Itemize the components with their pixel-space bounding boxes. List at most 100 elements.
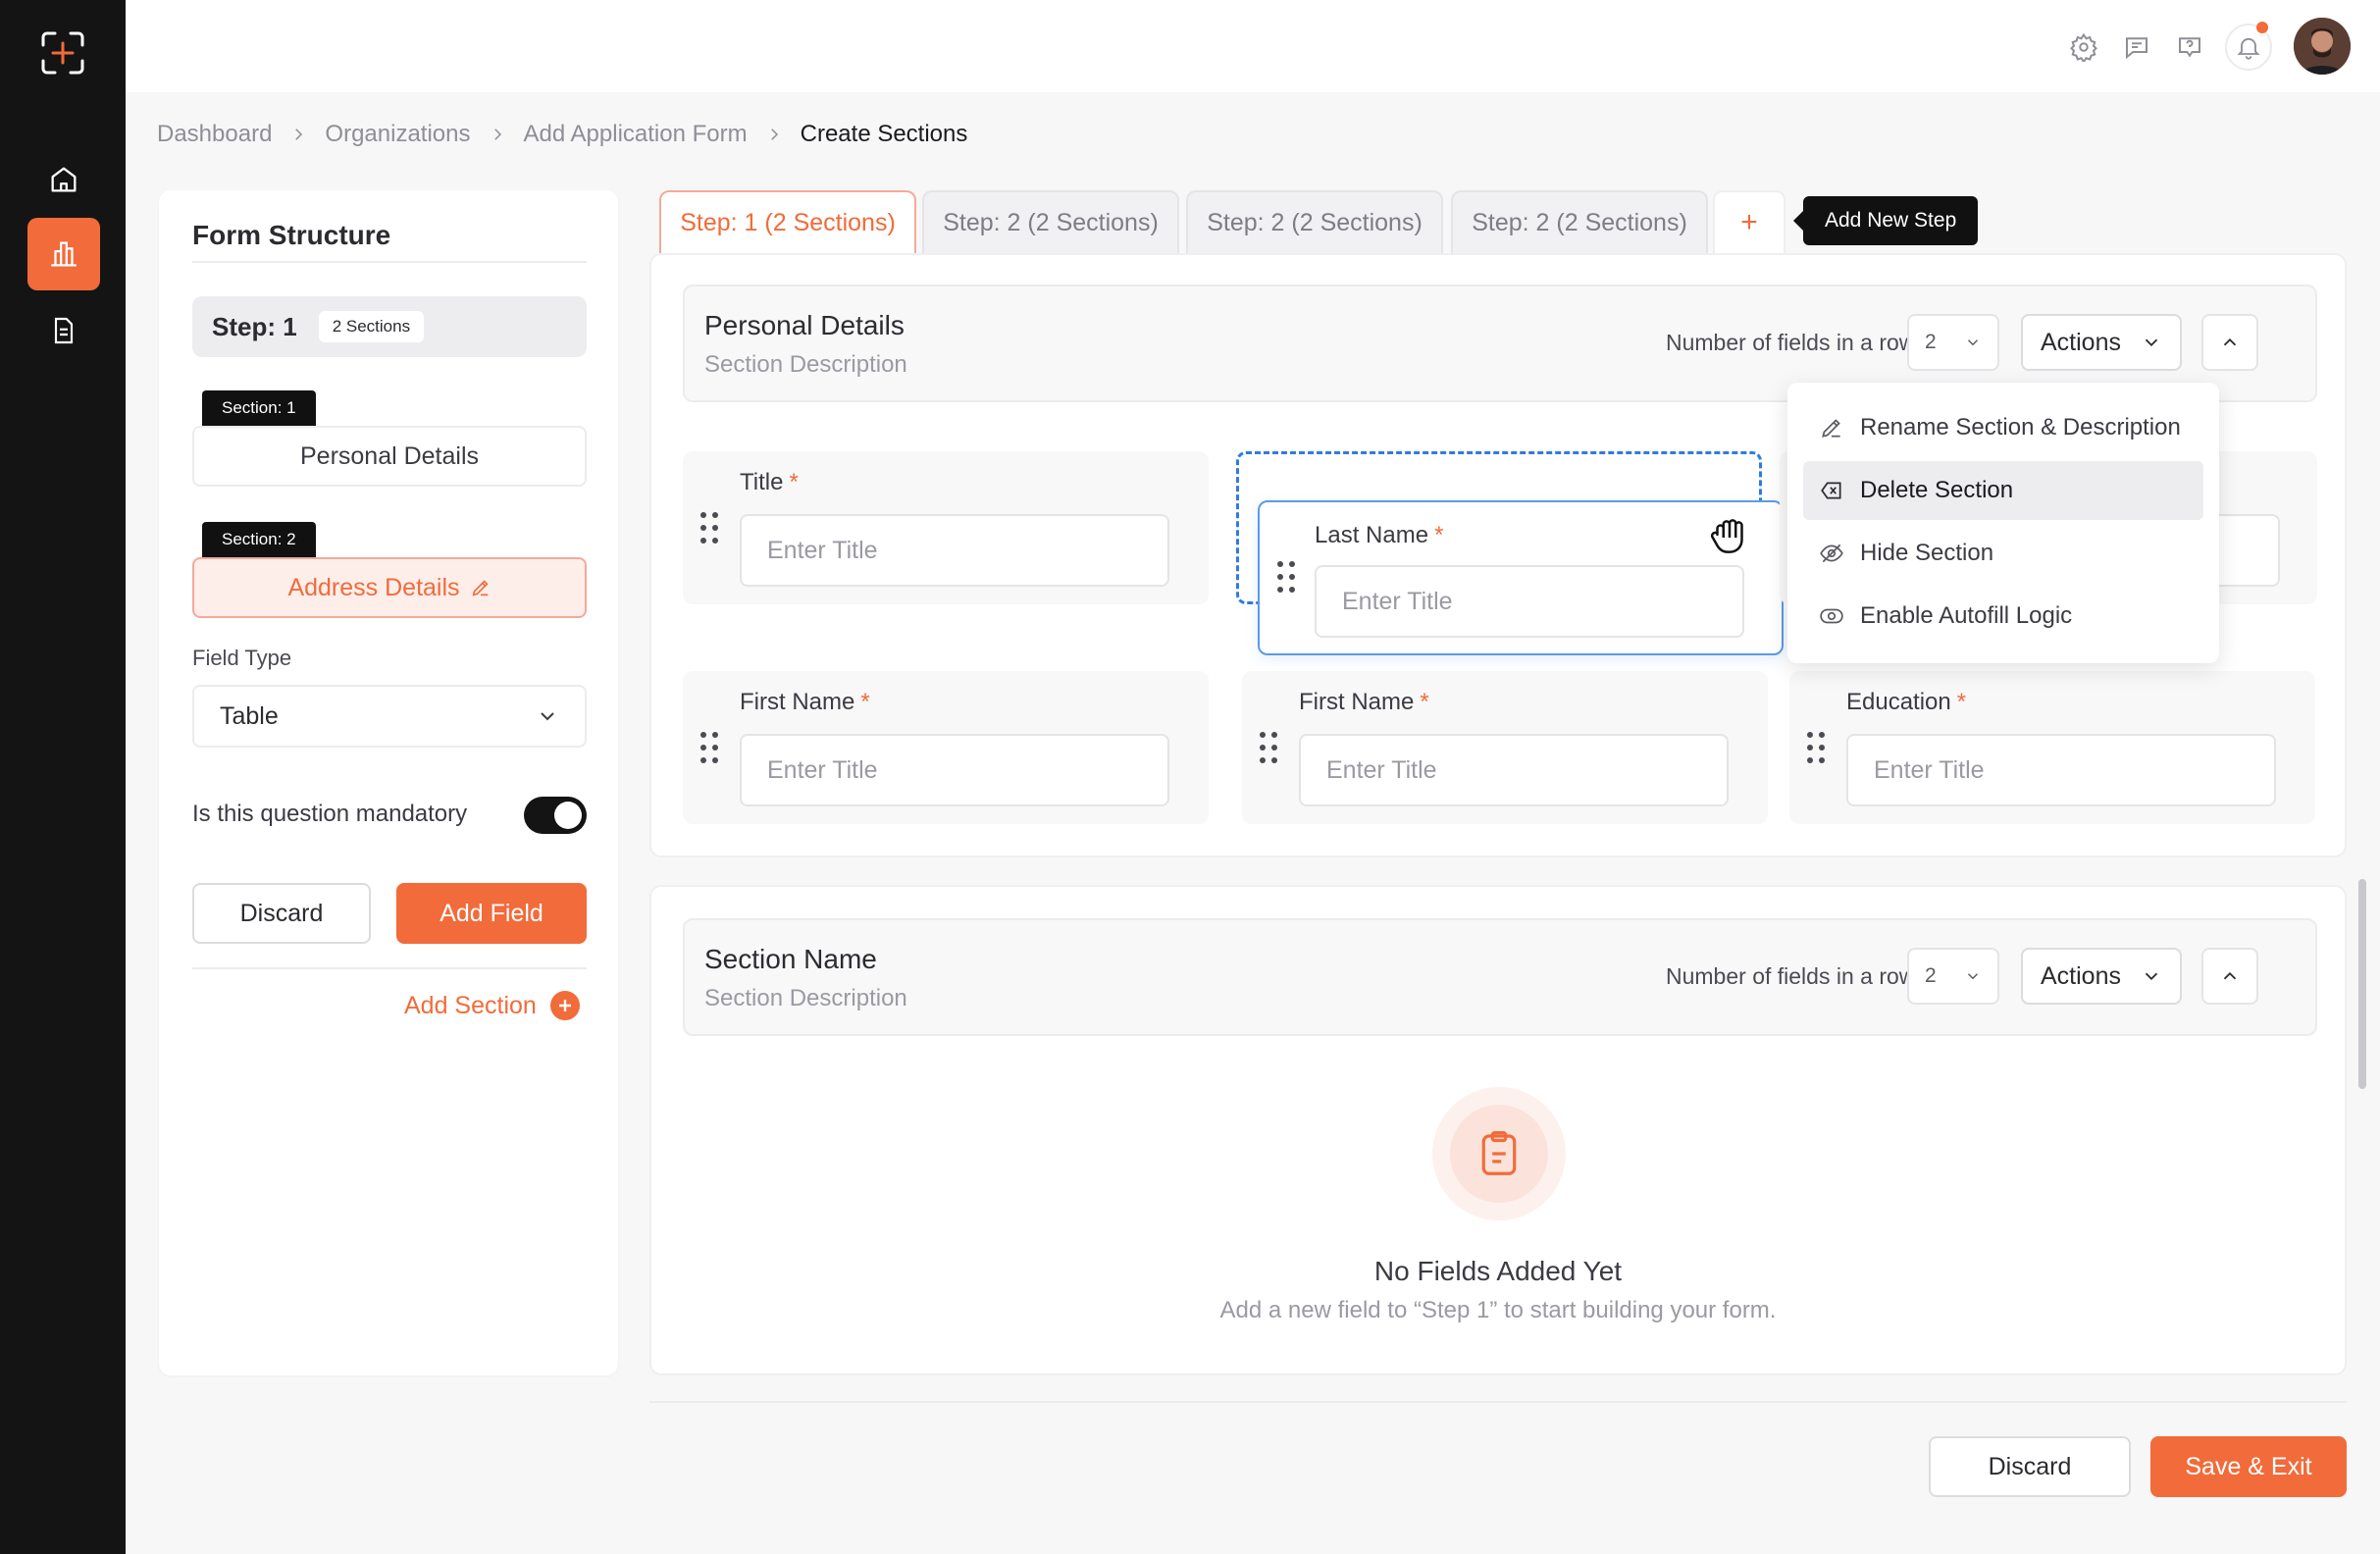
eye-off-icon xyxy=(1820,544,1843,563)
field-input[interactable]: Enter Title xyxy=(1299,734,1729,806)
menu-item-label: Hide Section xyxy=(1860,540,1994,566)
section-item-address-details[interactable]: Address Details xyxy=(192,557,587,618)
field-title[interactable]: Title * Enter Title xyxy=(683,451,1209,604)
section-description: Section Description xyxy=(704,985,907,1011)
required-asterisk: * xyxy=(1420,689,1429,715)
drag-handle-icon[interactable] xyxy=(1260,732,1279,767)
top-bar xyxy=(126,0,2380,92)
section-item-label: Personal Details xyxy=(299,441,480,470)
empty-state-text: Add a new field to “Step 1” to start bui… xyxy=(1219,1297,1777,1323)
actions-label: Actions xyxy=(2041,328,2121,356)
collapse-section-button[interactable] xyxy=(2201,948,2258,1005)
fields-per-row-select[interactable]: 2 xyxy=(1907,948,1999,1005)
section-name: Section Name xyxy=(704,944,877,974)
collapse-section-button[interactable] xyxy=(2201,314,2258,371)
help-icon[interactable] xyxy=(2170,27,2209,67)
breadcrumb-current: Create Sections xyxy=(800,121,968,147)
section-item-personal-details[interactable]: Personal Details xyxy=(192,426,587,487)
sidebar xyxy=(0,0,126,1554)
actions-button[interactable]: Actions xyxy=(2021,314,2182,371)
add-field-button[interactable]: Add Field xyxy=(396,883,587,944)
field-education[interactable]: Education * Enter Title xyxy=(1789,671,2315,824)
footer-discard-button[interactable]: Discard xyxy=(1929,1436,2131,1497)
organizations-icon[interactable] xyxy=(27,218,100,290)
chevron-down-icon xyxy=(2145,338,2158,347)
chevron-up-icon xyxy=(2223,337,2237,346)
save-exit-button[interactable]: Save & Exit xyxy=(2150,1436,2347,1497)
app-logo[interactable] xyxy=(39,29,86,77)
section-header-section-name: Section Name Section Description Number … xyxy=(683,918,2317,1036)
required-asterisk: * xyxy=(1956,689,1967,715)
breadcrumb-dashboard[interactable]: Dashboard xyxy=(157,121,272,148)
menu-item-label: Rename Section & Description xyxy=(1860,414,2181,440)
clipboard-icon xyxy=(1432,1087,1566,1220)
tab-step-3[interactable]: Step: 2 (2 Sections) xyxy=(1186,190,1443,253)
section-name: Personal Details xyxy=(704,310,905,340)
chevron-right-icon xyxy=(489,126,506,143)
required-asterisk: * xyxy=(860,689,870,715)
step-summary[interactable]: Step: 1 2 Sections xyxy=(192,296,587,357)
section-count-badge: 2 Sections xyxy=(318,311,425,342)
actions-button[interactable]: Actions xyxy=(2021,948,2182,1005)
fields-per-row-value: 2 xyxy=(1925,331,1937,353)
field-label: Education * xyxy=(1846,689,1967,715)
field-input[interactable]: Enter Title xyxy=(740,514,1169,587)
menu-item-rename-section[interactable]: Rename Section & Description xyxy=(1803,398,2203,457)
panel-title: Form Structure xyxy=(192,220,391,250)
field-first-name[interactable]: First Name * Enter Title xyxy=(683,671,1209,824)
delete-icon xyxy=(1821,482,1841,499)
menu-item-label: Enable Autofill Logic xyxy=(1860,602,2073,629)
drag-handle-icon[interactable] xyxy=(1807,732,1827,767)
fields-per-row-label: Number of fields in a row xyxy=(1666,330,1916,355)
notification-dot xyxy=(2256,22,2268,33)
avatar[interactable] xyxy=(2294,18,2351,75)
form-structure-panel: Form Structure Step: 1 2 Sections Sectio… xyxy=(159,190,618,1375)
field-input[interactable]: Enter Title xyxy=(1846,734,2276,806)
mandatory-toggle[interactable] xyxy=(524,797,587,834)
chevron-down-icon xyxy=(541,712,554,721)
divider xyxy=(192,967,587,969)
field-type-label: Field Type xyxy=(192,646,292,670)
field-type-select[interactable]: Table xyxy=(192,685,587,748)
menu-item-label: Delete Section xyxy=(1860,477,2014,503)
dragged-field-last-name[interactable]: Last Name * Enter Title xyxy=(1258,500,1784,655)
actions-label: Actions xyxy=(2041,961,2121,990)
required-asterisk: * xyxy=(789,469,799,495)
tab-step-4[interactable]: Step: 2 (2 Sections) xyxy=(1451,190,1708,253)
scrollbar-thumb[interactable] xyxy=(2358,879,2366,1089)
fields-per-row-select[interactable]: 2 xyxy=(1907,314,1999,371)
home-icon[interactable] xyxy=(27,143,100,216)
pencil-icon xyxy=(1822,419,1840,438)
drag-handle-icon[interactable] xyxy=(1277,561,1297,596)
menu-item-hide-section[interactable]: Hide Section xyxy=(1803,524,2203,583)
add-section-link[interactable]: Add Section xyxy=(404,991,580,1020)
menu-item-delete-section[interactable]: Delete Section xyxy=(1803,461,2203,520)
drag-handle-icon[interactable] xyxy=(700,732,720,767)
required-asterisk: * xyxy=(1434,522,1444,548)
breadcrumb-organizations[interactable]: Organizations xyxy=(325,121,470,148)
breadcrumb-add-application-form[interactable]: Add Application Form xyxy=(524,121,748,148)
bell-icon xyxy=(2237,37,2260,60)
grab-cursor-icon xyxy=(1710,519,1743,553)
document-icon[interactable] xyxy=(27,294,100,367)
field-first-name-2[interactable]: First Name * Enter Title xyxy=(1242,671,1768,824)
add-step-button[interactable]: + xyxy=(1713,190,1785,253)
field-label: First Name * xyxy=(740,689,870,715)
drag-handle-icon[interactable] xyxy=(700,512,720,547)
tab-step-1[interactable]: Step: 1 (2 Sections) xyxy=(659,190,916,253)
tab-step-2[interactable]: Step: 2 (2 Sections) xyxy=(922,190,1179,253)
chat-icon[interactable] xyxy=(2117,27,2156,67)
field-input[interactable]: Enter Title xyxy=(1315,565,1744,638)
discard-field-button[interactable]: Discard xyxy=(192,883,371,944)
section-item-label: Address Details xyxy=(287,573,460,601)
toggle-knob xyxy=(554,802,582,829)
eye-icon xyxy=(1820,608,1843,624)
chevron-right-icon xyxy=(289,126,307,143)
menu-item-enable-autofill[interactable]: Enable Autofill Logic xyxy=(1803,587,2203,646)
edit-pencil-icon[interactable] xyxy=(470,577,492,598)
settings-icon[interactable] xyxy=(2064,27,2103,67)
field-label: Title * xyxy=(740,469,799,495)
notifications-button[interactable] xyxy=(2225,22,2272,71)
section-1-tag: Section: 1 xyxy=(202,390,316,426)
field-input[interactable]: Enter Title xyxy=(740,734,1169,806)
